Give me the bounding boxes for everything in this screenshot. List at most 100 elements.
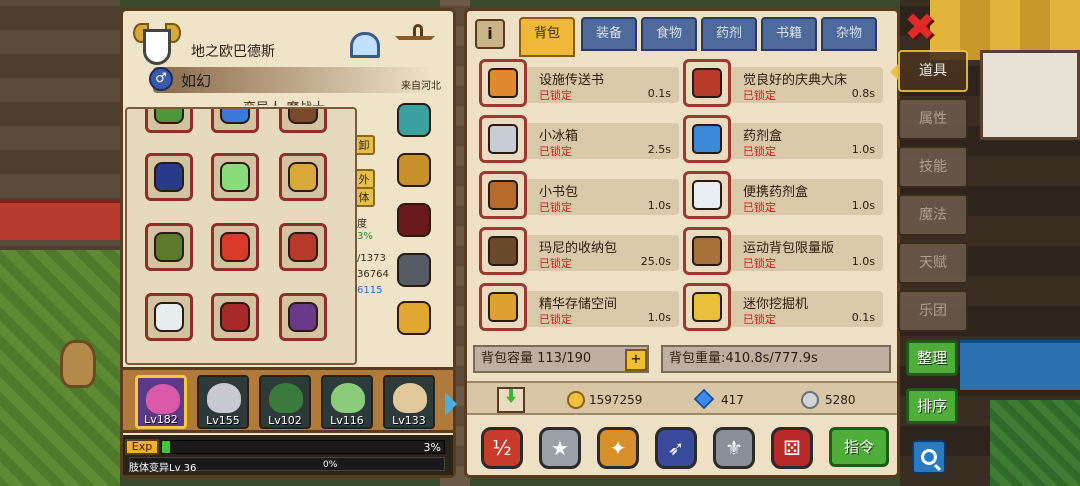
side-tab-5[interactable]: 乐团 <box>898 290 968 332</box>
side-tab-0[interactable]: 道具 <box>890 50 968 92</box>
stat-fragment: /1373 <box>357 253 386 264</box>
exp-bar <box>161 440 445 454</box>
item-weight: 1.0s <box>647 311 671 324</box>
silver-amount: 5280 <box>825 393 856 407</box>
item-name: 玛尼的收纳包 <box>539 241 618 256</box>
inventory-item[interactable]: 小冰箱 已锁定 2.5s <box>479 113 679 165</box>
inventory-item[interactable]: 玛尼的收纳包 已锁定 25.0s <box>479 225 679 277</box>
trident-filter-icon: ⚜ <box>713 427 755 469</box>
shuriken-filter-button[interactable]: ✦ <box>595 425 641 471</box>
inventory-item[interactable]: 精华存储空间 已锁定 1.0s <box>479 281 679 333</box>
side-equipment-slot[interactable] <box>391 147 437 193</box>
side-tab-1[interactable]: 属性 <box>898 98 968 140</box>
inventory-item[interactable]: 觉良好的庆典大床 已锁定 0.8s <box>683 57 883 109</box>
exp-bar-fill <box>162 441 171 453</box>
party-member-level: Lv182 <box>144 413 178 426</box>
hanger-icon[interactable] <box>393 23 437 67</box>
party-member[interactable]: Lv155 <box>197 375 249 429</box>
relic-icon[interactable] <box>343 23 387 67</box>
equipment-slot[interactable] <box>279 223 327 271</box>
inventory-item[interactable]: 药剂盒 已锁定 1.0s <box>683 113 883 165</box>
trident-filter-button[interactable]: ⚜ <box>711 425 757 471</box>
folding-screen <box>980 50 1080 140</box>
character-name[interactable]: 如幻 <box>181 70 211 91</box>
search-button[interactable] <box>912 440 946 474</box>
inventory-item[interactable]: 小书包 已锁定 1.0s <box>479 169 679 221</box>
tab-0[interactable]: 背包 <box>519 17 575 57</box>
expand-capacity-button[interactable]: + <box>625 349 647 371</box>
tab-4[interactable]: 书籍 <box>761 17 817 51</box>
party-member[interactable]: Lv182 <box>135 375 187 429</box>
command-button[interactable]: 指令 <box>829 427 889 467</box>
item-lock-status: 已锁定 <box>743 257 776 270</box>
stat-fragment: 6115 <box>357 285 383 296</box>
inventory-item[interactable]: 迷你挖掘机 已锁定 0.1s <box>683 281 883 333</box>
tab-1[interactable]: 装备 <box>581 17 637 51</box>
inventory-item[interactable]: 便携药剂盒 已锁定 1.0s <box>683 169 883 221</box>
character-panel: 地之欧巴德斯 ♂ 如幻 来自河北 变异人 魔战士 卸 外 体 度 3% /137… <box>120 8 457 478</box>
party-member[interactable]: Lv116 <box>321 375 373 429</box>
tab-3[interactable]: 药剂 <box>701 17 757 51</box>
equipment-grid <box>125 107 357 365</box>
red-shelf <box>0 200 120 240</box>
equipment-slot[interactable] <box>145 293 193 341</box>
sort-button[interactable]: 排序 <box>906 388 958 424</box>
equipment-slot[interactable] <box>145 223 193 271</box>
side-tab-3[interactable]: 魔法 <box>898 194 968 236</box>
equipment-slot[interactable] <box>211 153 259 201</box>
green-bracelet-icon <box>154 109 184 124</box>
tab-5[interactable]: 杂物 <box>821 17 877 51</box>
close-icon[interactable]: ✖ <box>902 8 938 46</box>
item-lock-status: 已锁定 <box>743 89 776 102</box>
stat-fragment: 度 <box>357 219 367 230</box>
tab-2[interactable]: 食物 <box>641 17 697 51</box>
diamond-amount: 417 <box>721 393 744 407</box>
blue-gold-glove-icon <box>154 162 184 192</box>
item-weight: 1.0s <box>647 199 671 212</box>
party-member[interactable]: Lv133 <box>383 375 435 429</box>
dice-filter-icon: ⚄ <box>771 427 813 469</box>
search-icon <box>921 449 937 465</box>
item-icon <box>692 236 722 266</box>
side-equipment-slot[interactable] <box>391 97 437 143</box>
side-equipment-slot[interactable] <box>391 295 437 341</box>
equipment-slot[interactable] <box>279 109 327 133</box>
item-name: 设施传送书 <box>539 73 605 88</box>
equipment-slot[interactable] <box>145 153 193 201</box>
dice-filter-button[interactable]: ⚄ <box>769 425 815 471</box>
equipment-slot[interactable] <box>145 109 193 133</box>
organize-button[interactable]: 整理 <box>906 340 958 376</box>
palm-plant <box>990 400 1080 486</box>
equipment-slot[interactable] <box>211 223 259 271</box>
equipment-slot[interactable] <box>211 109 259 133</box>
equipment-slot[interactable] <box>279 153 327 201</box>
equipment-slot[interactable] <box>279 293 327 341</box>
side-equipment-slot[interactable] <box>391 197 437 243</box>
party-next-arrow-icon[interactable] <box>445 392 457 416</box>
star-filter-button[interactable]: ★ <box>537 425 583 471</box>
item-lock-status: 已锁定 <box>539 89 572 102</box>
party-member[interactable]: Lv102 <box>259 375 311 429</box>
runner-filter-button[interactable]: ➶ <box>653 425 699 471</box>
item-icon <box>692 68 722 98</box>
inventory-item[interactable]: 运动背包限量版 已锁定 1.0s <box>683 225 883 277</box>
side-equipment-slot[interactable] <box>391 247 437 293</box>
party-strip: Lv182 Lv155 Lv102 Lv116 Lv133 <box>123 367 457 433</box>
sort-order-button[interactable]: ½ <box>479 425 525 471</box>
left-scenery <box>0 0 120 486</box>
diamond-icon <box>693 388 715 410</box>
portrait-icon <box>207 383 241 413</box>
portrait-icon <box>269 383 303 413</box>
side-tab-4[interactable]: 天赋 <box>898 242 968 284</box>
inventory-item[interactable]: 设施传送书 已锁定 0.1s <box>479 57 679 109</box>
download-icon[interactable] <box>497 387 525 413</box>
action-row: 指令 ½ ★ ✦ ➶ ⚜ ⚄ <box>467 421 897 475</box>
item-weight: 1.0s <box>851 255 875 268</box>
info-button[interactable]: i <box>475 19 505 49</box>
item-icon <box>488 68 518 98</box>
equipment-slot[interactable] <box>211 293 259 341</box>
character-origin: 来自河北 <box>401 81 441 92</box>
side-tab-2[interactable]: 技能 <box>898 146 968 188</box>
item-icon <box>692 292 722 322</box>
party-member-level: Lv116 <box>330 414 364 427</box>
